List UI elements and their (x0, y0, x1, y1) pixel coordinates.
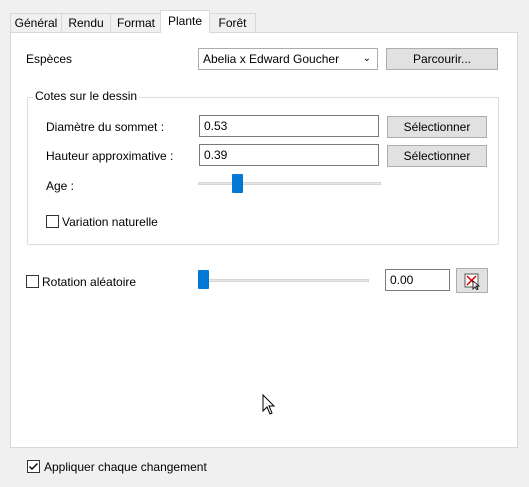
rotation-label: Rotation aléatoire (42, 275, 137, 289)
select-height-button[interactable]: Sélectionner (387, 145, 487, 167)
age-label: Age : (46, 179, 75, 193)
browse-button[interactable]: Parcourir... (386, 48, 498, 70)
height-label: Hauteur approximative : (46, 149, 174, 163)
mouse-cursor-icon (262, 394, 276, 415)
apply-each-change-label: Appliquer chaque changement (44, 460, 207, 474)
tab-foret[interactable]: Forêt (209, 13, 256, 32)
age-slider-track[interactable] (198, 182, 381, 185)
species-select-value: Abelia x Edward Goucher (203, 52, 340, 66)
checkmark-icon (29, 463, 38, 470)
diameter-label: Diamètre du sommet : (46, 120, 165, 134)
tab-general[interactable]: Général (10, 13, 62, 32)
rotation-slider-thumb[interactable] (198, 270, 209, 289)
rotation-checkbox[interactable] (26, 275, 39, 288)
pick-rotation-button[interactable] (456, 268, 488, 293)
dimensions-group-title: Cotes sur le dessin (33, 89, 140, 103)
age-slider-thumb[interactable] (232, 174, 244, 193)
pick-point-icon (464, 273, 481, 290)
height-field[interactable]: 0.39 (199, 144, 379, 166)
rotation-value-field[interactable]: 0.00 (385, 269, 450, 291)
tab-rendu[interactable]: Rendu (61, 13, 111, 32)
select-diameter-button[interactable]: Sélectionner (387, 116, 487, 138)
apply-each-change-checkbox[interactable] (27, 460, 40, 473)
chevron-down-icon: ⌄ (362, 53, 371, 64)
diameter-field[interactable]: 0.53 (199, 115, 379, 137)
rotation-slider-track[interactable] (198, 279, 369, 282)
species-select[interactable]: Abelia x Edward Goucher ⌄ (198, 48, 378, 70)
tab-format[interactable]: Format (110, 13, 162, 32)
variation-label: Variation naturelle (62, 215, 158, 229)
variation-checkbox[interactable] (46, 215, 59, 228)
tab-plante[interactable]: Plante (160, 10, 210, 33)
species-label: Espèces (26, 52, 73, 66)
